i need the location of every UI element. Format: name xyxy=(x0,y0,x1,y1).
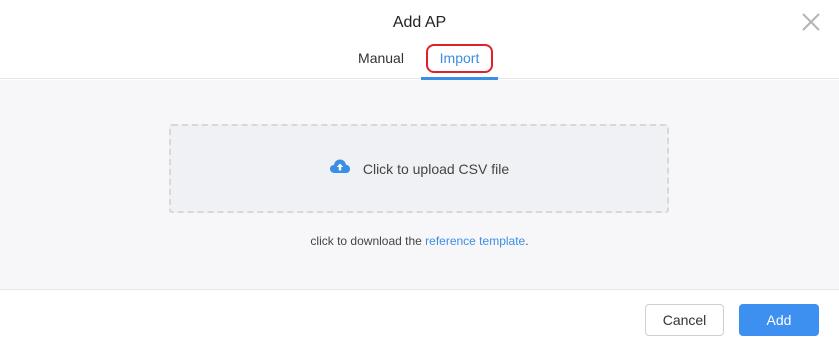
dialog-body: Click to upload CSV file click to downlo… xyxy=(0,80,839,289)
upload-label: Click to upload CSV file xyxy=(362,160,510,177)
dialog-header: Add AP Manual Import xyxy=(0,0,839,80)
tab-bar: Manual Import xyxy=(0,44,839,80)
template-hint: click to download the reference template… xyxy=(0,234,839,248)
annotation-highlight xyxy=(426,44,493,73)
cancel-button[interactable]: Cancel xyxy=(645,304,724,336)
tab-manual-label: Manual xyxy=(358,50,404,66)
close-icon[interactable] xyxy=(800,11,822,33)
template-hint-prefix: click to download the xyxy=(310,234,426,248)
template-hint-suffix: . xyxy=(525,234,529,248)
csv-upload-area[interactable]: Click to upload CSV file xyxy=(169,124,669,213)
reference-template-link[interactable]: reference template xyxy=(425,234,525,248)
add-ap-dialog: Add AP Manual Import Click to upload CSV… xyxy=(0,0,839,355)
tab-import[interactable]: Import xyxy=(421,44,498,80)
add-button[interactable]: Add xyxy=(739,304,819,336)
dialog-title: Add AP xyxy=(392,14,447,31)
tab-manual[interactable]: Manual xyxy=(347,44,415,79)
dialog-footer: Cancel Add xyxy=(0,289,839,355)
cloud-upload-icon xyxy=(329,158,363,179)
